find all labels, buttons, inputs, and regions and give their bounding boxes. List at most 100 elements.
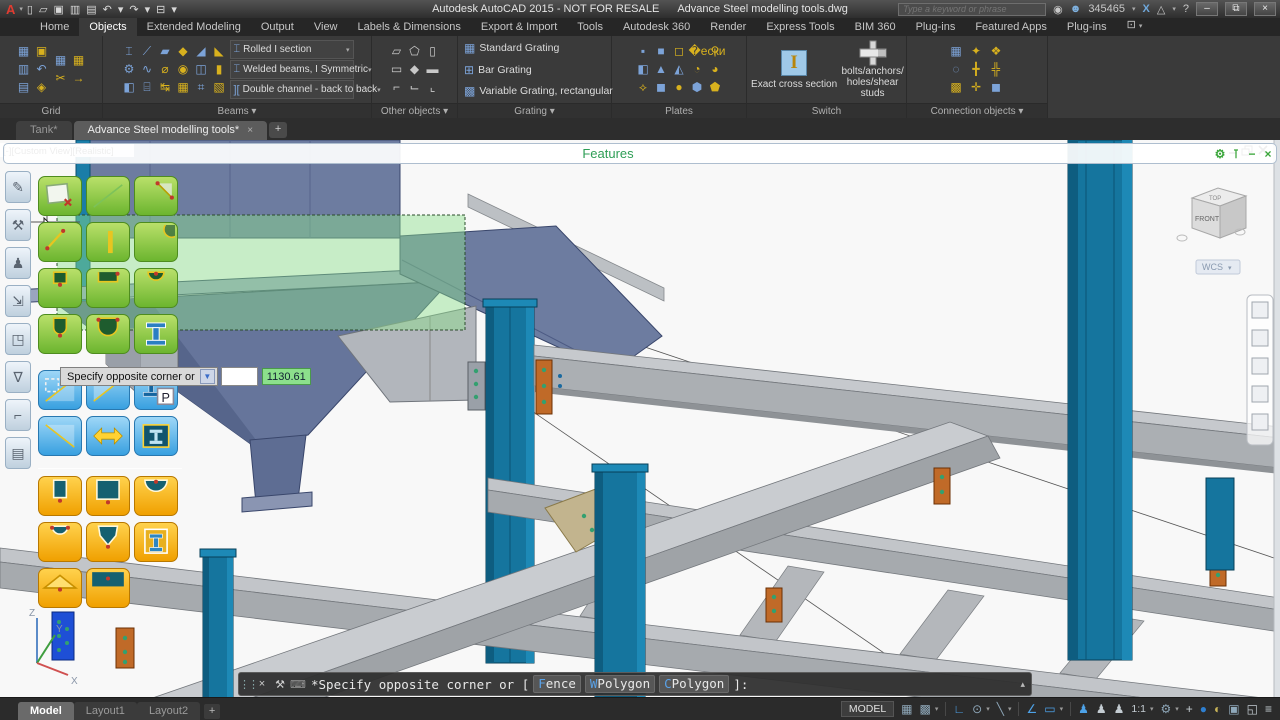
conn-icon-4[interactable]: ◌	[948, 61, 965, 78]
tab-autodesk-360[interactable]: Autodesk 360	[613, 18, 700, 36]
snap-mode-icon[interactable]: ▩	[920, 698, 931, 720]
viewcube-front-face[interactable]: FRONT	[1195, 216, 1220, 223]
axes-tool-icon[interactable]: ⇲	[5, 285, 31, 317]
panel-beams-label[interactable]: Beams ▾	[103, 103, 371, 118]
wcs-dropdown[interactable]: WCS ▾	[1196, 260, 1240, 274]
navigation-bar[interactable]	[1247, 295, 1273, 445]
minimize-button[interactable]: –	[1196, 2, 1218, 16]
variable-grating-item[interactable]: ▩Variable Grating, rectangular	[464, 81, 610, 101]
a360-dropdown-icon[interactable]: ▾	[1172, 5, 1176, 13]
redo-icon[interactable]: ↷	[129, 3, 138, 16]
layout1-tab[interactable]: Layout1	[74, 702, 137, 720]
grid-move-icon[interactable]: →	[70, 70, 87, 87]
drawing-tab-tank[interactable]: Tank*	[16, 121, 72, 140]
beam-icon-11[interactable]: ◫	[193, 61, 210, 78]
scale-dropdown-icon[interactable]: ▾	[1150, 705, 1154, 713]
plot-icon[interactable]: ▤	[86, 3, 96, 16]
beam-icon-12[interactable]: ▮	[211, 61, 228, 78]
workspace-dropdown-icon[interactable]: ▾	[1175, 705, 1179, 713]
plate-icon-8[interactable]: ◭	[671, 61, 688, 78]
search-icon[interactable]: ◉	[1053, 3, 1063, 16]
cut-roof-button[interactable]	[38, 568, 82, 608]
command-close-icon[interactable]: ×	[253, 678, 271, 690]
pipe-tool-icon[interactable]: ⌐	[5, 399, 31, 431]
tab-plugins[interactable]: Plug-ins	[906, 18, 966, 36]
panel-switch-label[interactable]: Switch	[747, 103, 906, 118]
panel-connection-label[interactable]: Connection objects ▾	[907, 103, 1047, 118]
close-button[interactable]: ×	[1254, 2, 1276, 16]
conn-icon-7[interactable]: ▩	[948, 79, 965, 96]
cut-flat-button[interactable]	[86, 568, 130, 608]
feature-rect-notch-button[interactable]	[38, 268, 82, 308]
steel-column-d[interactable]	[200, 549, 236, 697]
grid-display-icon[interactable]: ▦	[901, 698, 912, 720]
tab-bim-360[interactable]: BIM 360	[845, 18, 906, 36]
viewcube-top-face[interactable]: TOP	[1209, 196, 1221, 202]
plate-icon-11[interactable]: ⟡	[635, 79, 652, 96]
beam-icon-15[interactable]: ↹	[157, 79, 174, 96]
grid-arc-icon[interactable]: ↶	[33, 61, 50, 78]
user-tool-icon[interactable]: ♟	[5, 247, 31, 279]
annotation-visibility-icon[interactable]: ♟	[1078, 698, 1089, 720]
new-layout-button[interactable]: +	[204, 704, 220, 719]
hole-arc-button[interactable]	[38, 522, 82, 562]
orbit-icon[interactable]	[1252, 386, 1268, 402]
beam-icon-13[interactable]: ◧	[121, 79, 138, 96]
plate-diagonal-cut2-button[interactable]	[38, 416, 82, 456]
undo-icon[interactable]: ↶	[103, 3, 112, 16]
post-icon[interactable]: ▯	[424, 43, 441, 60]
plate-icon-15[interactable]: ⬟	[707, 79, 724, 96]
grid-big-icon[interactable]: ▦	[52, 52, 69, 69]
steel-column-right[interactable]	[1206, 478, 1234, 570]
wrench-tool-icon[interactable]: ⚒	[5, 209, 31, 241]
tab-plugins-2[interactable]: Plug-ins	[1057, 18, 1117, 36]
beam-icon-7[interactable]: ⚙	[121, 61, 138, 78]
conn-icon-9[interactable]: ◼	[988, 79, 1005, 96]
hole-section-button[interactable]	[134, 522, 178, 562]
beam-icon-2[interactable]: ⟋	[139, 43, 156, 60]
plate-icon-7[interactable]: ▲	[653, 61, 670, 78]
angle-icon[interactable]: ⌐	[388, 79, 405, 96]
plate-icon-1[interactable]: ▪	[635, 43, 652, 60]
clean-screen-icon[interactable]: ◱	[1247, 698, 1258, 720]
tab-tools[interactable]: Tools	[567, 18, 613, 36]
funnel-tool-icon[interactable]: ∇	[5, 361, 31, 393]
feature-wide-u-notch-button[interactable]	[86, 314, 130, 354]
drawing-tab-active[interactable]: Advance Steel modelling tools*×	[74, 121, 268, 140]
feature-u-notch-button[interactable]	[38, 314, 82, 354]
feature-corner-round-button[interactable]	[134, 222, 178, 262]
plate-section-frame-button[interactable]	[134, 416, 178, 456]
stairs-tool-icon[interactable]: ▤	[5, 437, 31, 469]
feature-plain-contour-button[interactable]	[86, 176, 130, 216]
plate-icon-5[interactable]: ⚲	[707, 43, 724, 60]
conn-icon-6[interactable]: ╬	[988, 61, 1005, 78]
palette-pin-icon[interactable]: ⊺	[1228, 147, 1244, 161]
conn-icon-1[interactable]: ▦	[948, 43, 965, 60]
palette-title-bar[interactable]: Features ⚙ ⊺ − ×	[3, 143, 1277, 164]
redo-dropdown-icon[interactable]: ▾	[145, 3, 151, 16]
hole-wide-slot-button[interactable]	[86, 476, 130, 516]
palette-gear-icon[interactable]: ⚙	[1212, 147, 1228, 161]
zoom-icon[interactable]	[1252, 358, 1268, 374]
plate-icon-4[interactable]: �ески	[689, 43, 706, 60]
new-drawing-tab-button[interactable]: +	[269, 122, 287, 138]
qat-dropdown-icon[interactable]: ▾	[171, 3, 177, 16]
tab-home[interactable]: Home	[30, 18, 79, 36]
palette-minimize-icon[interactable]: −	[1244, 147, 1260, 161]
customization-icon[interactable]: +	[1186, 698, 1193, 720]
save-icon[interactable]: ▣	[53, 3, 63, 16]
command-grip-handle[interactable]: ⋮⋮	[239, 678, 253, 691]
angle2-icon[interactable]: ⌙	[406, 79, 423, 96]
tab-objects[interactable]: Objects	[79, 18, 136, 36]
panel-grating-label[interactable]: Grating ▾	[458, 103, 611, 118]
conn-icon-2[interactable]: ✦	[968, 43, 985, 60]
box-tool-icon[interactable]: ◳	[5, 323, 31, 355]
showmotion-icon[interactable]	[1252, 414, 1268, 430]
beam-icon-3[interactable]: ▰	[157, 43, 174, 60]
isometric-drafting-icon[interactable]: ╲	[997, 698, 1004, 720]
grid-create-icon[interactable]: ▦	[15, 43, 32, 60]
open-file-icon[interactable]: ▱	[39, 3, 47, 16]
beam-icon-5[interactable]: ◢	[193, 43, 210, 60]
plate-icon-6[interactable]: ◧	[635, 61, 652, 78]
a360-icon[interactable]: △	[1157, 3, 1165, 16]
